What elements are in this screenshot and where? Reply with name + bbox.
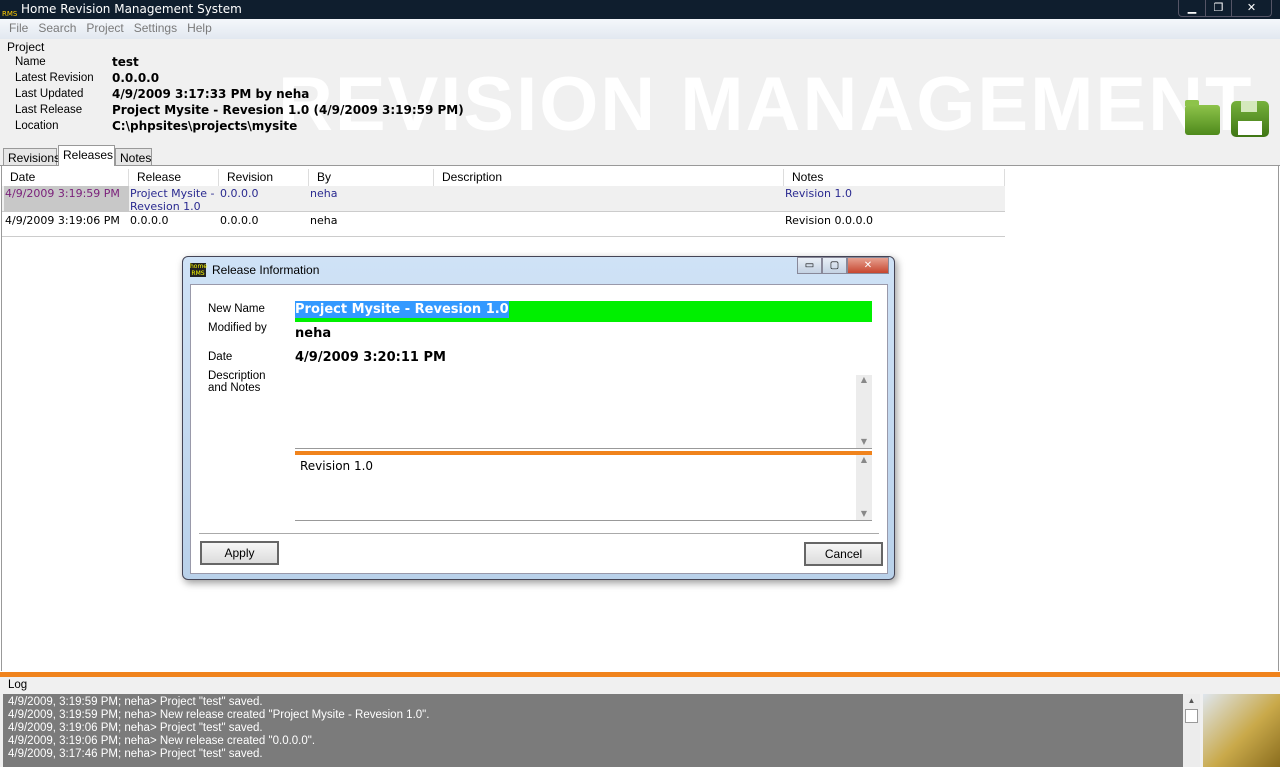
tab-releases[interactable]: Releases [58, 145, 115, 167]
column-header-date[interactable]: Date [2, 169, 129, 186]
date-value: 4/9/2009 3:20:11 PM [295, 350, 446, 365]
minimize-button[interactable]: ▁ [1179, 0, 1205, 16]
cell-revision: 0.0.0.0 [220, 214, 259, 227]
name-label: Name [15, 56, 46, 68]
menu-file[interactable]: File [4, 19, 33, 39]
new-name-label: New Name [208, 303, 265, 315]
tab-revisions[interactable]: Revisions [3, 148, 60, 166]
apply-button[interactable]: Apply [200, 541, 279, 565]
cell-by: neha [310, 214, 338, 227]
last-release-label: Last Release [15, 104, 83, 116]
cell-notes: Revision 1.0 [785, 187, 852, 200]
keys-icon [1203, 694, 1280, 767]
dialog-maximize-button[interactable]: ▢ [822, 257, 847, 274]
column-header-revision[interactable]: Revision [219, 169, 309, 186]
table-row[interactable]: 4/9/2009 3:19:06 PM 0.0.0.0 0.0.0.0 neha… [2, 213, 1005, 237]
cell-revision: 0.0.0.0 [220, 187, 259, 200]
new-name-value: Project Mysite - Revesion 1.0 [295, 301, 509, 318]
column-header-description[interactable]: Description [434, 169, 784, 186]
cancel-button[interactable]: Cancel [804, 542, 883, 566]
modified-by-value: neha [295, 326, 332, 341]
column-header-release[interactable]: Release [129, 169, 219, 186]
divider [199, 533, 879, 534]
cell-date: 4/9/2009 3:19:59 PM [5, 187, 120, 200]
close-button[interactable]: ✕ [1231, 0, 1271, 16]
description-scrollbar[interactable]: ▲ ▼ [856, 375, 872, 448]
cell-release: Project Mysite - Revesion 1.0 [130, 187, 215, 213]
latest-revision-value: 0.0.0.0 [112, 71, 160, 85]
column-header-notes[interactable]: Notes [784, 169, 1005, 186]
log-entry: 4/9/2009, 3:19:59 PM; neha> New release … [8, 709, 430, 721]
notes-textarea[interactable]: Revision 1.0 ▲ ▼ [295, 455, 872, 521]
project-group-label: Project [7, 40, 45, 54]
log-entry: 4/9/2009, 3:17:46 PM; neha> Project "tes… [8, 748, 263, 760]
dialog-title: Release Information [212, 263, 320, 277]
restore-button[interactable]: ❐ [1205, 0, 1231, 16]
new-name-input[interactable]: Project Mysite - Revesion 1.0 [295, 301, 872, 322]
log-scrollbar[interactable]: ▲ [1183, 694, 1200, 767]
log-entry: 4/9/2009, 3:19:59 PM; neha> Project "tes… [8, 696, 263, 708]
log-entry: 4/9/2009, 3:19:06 PM; neha> New release … [8, 735, 316, 747]
log-list: 4/9/2009, 3:19:59 PM; neha> Project "tes… [3, 694, 1200, 767]
cell-notes: Revision 0.0.0.0 [785, 214, 873, 227]
latest-revision-label: Latest Revision [15, 72, 94, 84]
cell-release: 0.0.0.0 [130, 214, 169, 227]
modified-by-label: Modified by [208, 322, 267, 334]
table-row[interactable]: 4/9/2009 3:19:59 PM Project Mysite - Rev… [2, 186, 1005, 213]
dialog-logo-icon: home RMS [190, 263, 208, 277]
menu-bar: File Search Project Settings Help [0, 19, 1280, 39]
save-icon[interactable] [1231, 101, 1269, 137]
menu-settings[interactable]: Settings [129, 19, 182, 39]
window-title: Home Revision Management System [21, 2, 242, 16]
title-bar: RMS Home Revision Management System ▁ ❐ … [0, 0, 1280, 19]
menu-project[interactable]: Project [81, 19, 128, 39]
menu-search[interactable]: Search [33, 19, 81, 39]
description-textarea[interactable]: ▲ ▼ [295, 375, 872, 449]
log-label: Log [8, 679, 28, 691]
cell-date: 4/9/2009 3:19:06 PM [5, 214, 120, 227]
open-folder-icon[interactable] [1185, 100, 1220, 135]
log-entry: 4/9/2009, 3:19:06 PM; neha> Project "tes… [8, 722, 263, 734]
column-header-by[interactable]: By [309, 169, 434, 186]
cell-by: neha [310, 187, 338, 200]
date-label: Date [208, 351, 233, 363]
dialog-close-button[interactable]: ✕ [847, 257, 889, 274]
location-label: Location [15, 120, 59, 132]
log-panel: Log 4/9/2009, 3:19:59 PM; neha> Project … [0, 677, 1280, 767]
tab-notes[interactable]: Notes [115, 148, 152, 166]
location-value: C:\phpsites\projects\mysite [112, 119, 298, 133]
project-panel: REVISION MANAGEMENT Project Name test La… [0, 39, 1280, 145]
description-label-line1: Description [208, 370, 266, 382]
description-label-line2: and Notes [208, 382, 261, 394]
dialog-minimize-button[interactable]: ▭ [797, 257, 822, 274]
notes-value: Revision 1.0 [300, 459, 374, 473]
menu-help[interactable]: Help [182, 19, 217, 39]
tab-bar: Revisions Releases Notes [0, 145, 1280, 167]
notes-scrollbar[interactable]: ▲ ▼ [856, 455, 872, 520]
last-updated-value: 4/9/2009 3:17:33 PM by neha [112, 87, 310, 101]
release-information-dialog: home RMS Release Information ▭ ▢ ✕ New N… [182, 256, 895, 580]
name-value: test [112, 55, 139, 69]
last-updated-label: Last Updated [15, 88, 84, 100]
last-release-value: Project Mysite - Revesion 1.0 (4/9/2009 … [112, 103, 464, 117]
